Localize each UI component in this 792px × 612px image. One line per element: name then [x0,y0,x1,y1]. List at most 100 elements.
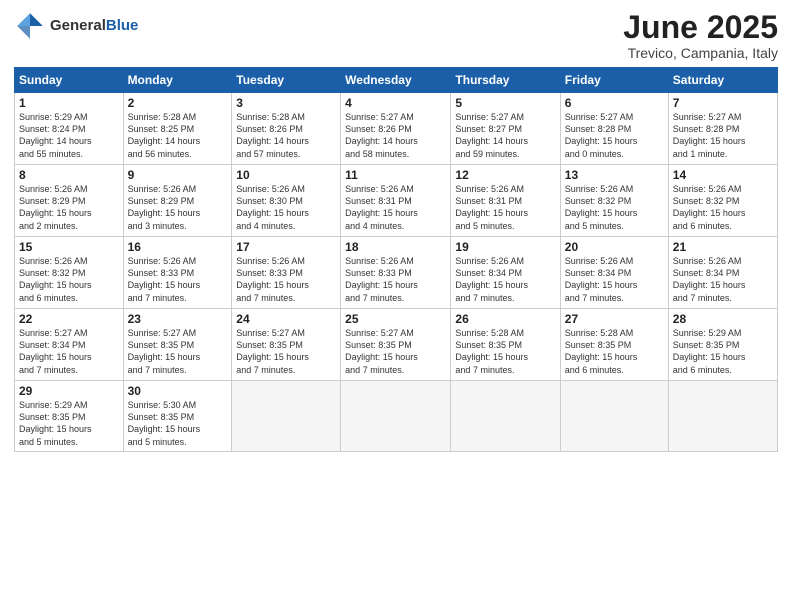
calendar-cell: 10Sunrise: 5:26 AM Sunset: 8:30 PM Dayli… [232,165,341,237]
day-number: 21 [673,240,773,254]
calendar-cell: 28Sunrise: 5:29 AM Sunset: 8:35 PM Dayli… [668,309,777,381]
day-info: Sunrise: 5:26 AM Sunset: 8:32 PM Dayligh… [673,183,773,232]
calendar-cell: 14Sunrise: 5:26 AM Sunset: 8:32 PM Dayli… [668,165,777,237]
calendar-cell: 13Sunrise: 5:26 AM Sunset: 8:32 PM Dayli… [560,165,668,237]
calendar-cell: 12Sunrise: 5:26 AM Sunset: 8:31 PM Dayli… [451,165,560,237]
calendar-cell: 27Sunrise: 5:28 AM Sunset: 8:35 PM Dayli… [560,309,668,381]
calendar-cell: 7Sunrise: 5:27 AM Sunset: 8:28 PM Daylig… [668,93,777,165]
logo: GeneralBlue [14,10,138,42]
calendar-cell: 23Sunrise: 5:27 AM Sunset: 8:35 PM Dayli… [123,309,232,381]
day-number: 19 [455,240,555,254]
col-monday: Monday [123,68,232,93]
day-number: 24 [236,312,336,326]
calendar-cell: 6Sunrise: 5:27 AM Sunset: 8:28 PM Daylig… [560,93,668,165]
day-info: Sunrise: 5:26 AM Sunset: 8:31 PM Dayligh… [455,183,555,232]
day-info: Sunrise: 5:26 AM Sunset: 8:33 PM Dayligh… [128,255,228,304]
day-info: Sunrise: 5:27 AM Sunset: 8:35 PM Dayligh… [236,327,336,376]
page: GeneralBlue June 2025 Trevico, Campania,… [0,0,792,612]
day-number: 29 [19,384,119,398]
day-number: 27 [565,312,664,326]
month-title: June 2025 [623,10,778,45]
calendar-cell: 19Sunrise: 5:26 AM Sunset: 8:34 PM Dayli… [451,237,560,309]
day-number: 16 [128,240,228,254]
location: Trevico, Campania, Italy [623,45,778,61]
logo-blue: Blue [106,17,139,34]
calendar-cell: 9Sunrise: 5:26 AM Sunset: 8:29 PM Daylig… [123,165,232,237]
day-number: 13 [565,168,664,182]
calendar-cell [560,381,668,452]
day-number: 18 [345,240,446,254]
day-number: 6 [565,96,664,110]
day-info: Sunrise: 5:26 AM Sunset: 8:33 PM Dayligh… [236,255,336,304]
day-number: 15 [19,240,119,254]
calendar-cell: 5Sunrise: 5:27 AM Sunset: 8:27 PM Daylig… [451,93,560,165]
logo-icon [14,10,46,42]
logo-text: GeneralBlue [50,18,138,35]
calendar-cell: 22Sunrise: 5:27 AM Sunset: 8:34 PM Dayli… [15,309,124,381]
day-number: 20 [565,240,664,254]
day-info: Sunrise: 5:26 AM Sunset: 8:32 PM Dayligh… [565,183,664,232]
day-number: 26 [455,312,555,326]
day-number: 4 [345,96,446,110]
day-info: Sunrise: 5:29 AM Sunset: 8:24 PM Dayligh… [19,111,119,160]
day-number: 9 [128,168,228,182]
day-info: Sunrise: 5:27 AM Sunset: 8:28 PM Dayligh… [565,111,664,160]
day-info: Sunrise: 5:26 AM Sunset: 8:34 PM Dayligh… [565,255,664,304]
calendar-cell: 8Sunrise: 5:26 AM Sunset: 8:29 PM Daylig… [15,165,124,237]
day-info: Sunrise: 5:26 AM Sunset: 8:31 PM Dayligh… [345,183,446,232]
calendar-cell: 25Sunrise: 5:27 AM Sunset: 8:35 PM Dayli… [341,309,451,381]
day-info: Sunrise: 5:27 AM Sunset: 8:28 PM Dayligh… [673,111,773,160]
day-number: 2 [128,96,228,110]
title-block: June 2025 Trevico, Campania, Italy [623,10,778,61]
day-info: Sunrise: 5:27 AM Sunset: 8:27 PM Dayligh… [455,111,555,160]
day-info: Sunrise: 5:28 AM Sunset: 8:35 PM Dayligh… [455,327,555,376]
week-row-3: 15Sunrise: 5:26 AM Sunset: 8:32 PM Dayli… [15,237,778,309]
day-info: Sunrise: 5:26 AM Sunset: 8:34 PM Dayligh… [455,255,555,304]
day-number: 8 [19,168,119,182]
col-wednesday: Wednesday [341,68,451,93]
day-number: 3 [236,96,336,110]
day-number: 17 [236,240,336,254]
day-number: 23 [128,312,228,326]
day-info: Sunrise: 5:26 AM Sunset: 8:29 PM Dayligh… [128,183,228,232]
col-friday: Friday [560,68,668,93]
week-row-1: 1Sunrise: 5:29 AM Sunset: 8:24 PM Daylig… [15,93,778,165]
calendar-cell: 2Sunrise: 5:28 AM Sunset: 8:25 PM Daylig… [123,93,232,165]
day-number: 22 [19,312,119,326]
day-number: 12 [455,168,555,182]
day-info: Sunrise: 5:28 AM Sunset: 8:35 PM Dayligh… [565,327,664,376]
calendar-cell: 11Sunrise: 5:26 AM Sunset: 8:31 PM Dayli… [341,165,451,237]
col-tuesday: Tuesday [232,68,341,93]
calendar-cell: 30Sunrise: 5:30 AM Sunset: 8:35 PM Dayli… [123,381,232,452]
day-info: Sunrise: 5:27 AM Sunset: 8:35 PM Dayligh… [345,327,446,376]
calendar-cell [232,381,341,452]
day-number: 1 [19,96,119,110]
calendar-cell: 18Sunrise: 5:26 AM Sunset: 8:33 PM Dayli… [341,237,451,309]
calendar-cell [668,381,777,452]
calendar-cell: 15Sunrise: 5:26 AM Sunset: 8:32 PM Dayli… [15,237,124,309]
week-row-5: 29Sunrise: 5:29 AM Sunset: 8:35 PM Dayli… [15,381,778,452]
day-info: Sunrise: 5:29 AM Sunset: 8:35 PM Dayligh… [19,399,119,448]
day-number: 14 [673,168,773,182]
calendar-header-row: Sunday Monday Tuesday Wednesday Thursday… [15,68,778,93]
header: GeneralBlue June 2025 Trevico, Campania,… [14,10,778,61]
week-row-2: 8 Sunrise: 5:26 AM Sunset: 8:29 PM Daylig… [15,165,778,237]
day-number: 10 [236,168,336,182]
day-info: Sunrise: 5:27 AM Sunset: 8:26 PM Dayligh… [345,111,446,160]
day-info: Sunrise: 5:26 AM Sunset: 8:34 PM Dayligh… [673,255,773,304]
week-row-4: 22Sunrise: 5:27 AM Sunset: 8:34 PM Dayli… [15,309,778,381]
calendar-cell: 21Sunrise: 5:26 AM Sunset: 8:34 PM Dayli… [668,237,777,309]
day-number: 5 [455,96,555,110]
day-number: 25 [345,312,446,326]
day-info: Sunrise: 5:27 AM Sunset: 8:34 PM Dayligh… [19,327,119,376]
calendar-cell [341,381,451,452]
day-info: Sunrise: 5:29 AM Sunset: 8:35 PM Dayligh… [673,327,773,376]
calendar-cell: 16Sunrise: 5:26 AM Sunset: 8:33 PM Dayli… [123,237,232,309]
calendar-cell: 3Sunrise: 5:28 AM Sunset: 8:26 PM Daylig… [232,93,341,165]
calendar-cell: 4Sunrise: 5:27 AM Sunset: 8:26 PM Daylig… [341,93,451,165]
calendar-cell: 1Sunrise: 5:29 AM Sunset: 8:24 PM Daylig… [15,93,124,165]
day-number: 28 [673,312,773,326]
calendar-cell: 17Sunrise: 5:26 AM Sunset: 8:33 PM Dayli… [232,237,341,309]
day-info: Sunrise: 5:26 AM Sunset: 8:33 PM Dayligh… [345,255,446,304]
logo-general: General [50,17,106,34]
